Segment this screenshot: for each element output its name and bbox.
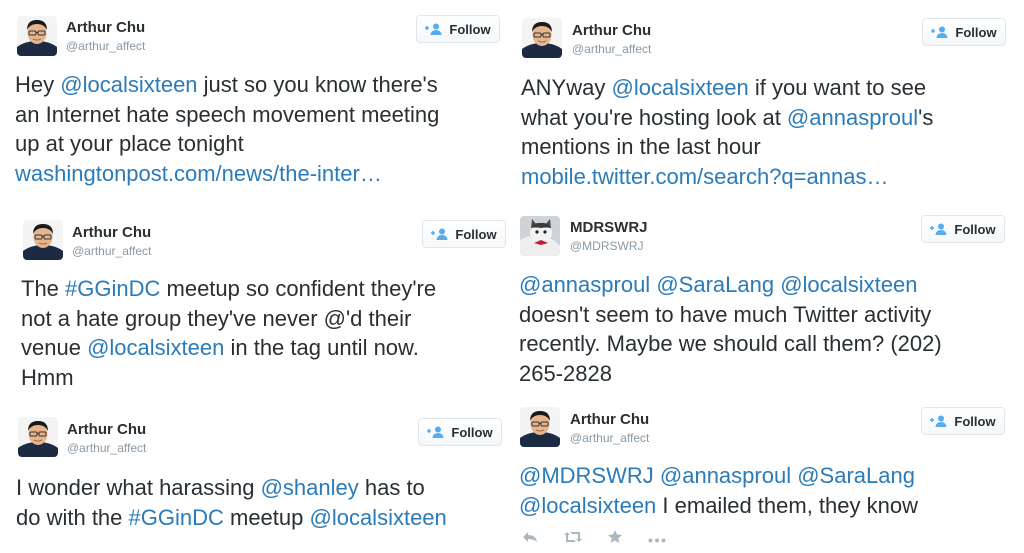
- author-handle[interactable]: @arthur_affect: [66, 39, 145, 53]
- avatar[interactable]: [522, 18, 562, 58]
- person-add-icon: [427, 426, 445, 438]
- mention-link[interactable]: @localsixteen: [519, 493, 656, 518]
- author-name[interactable]: Arthur Chu: [570, 411, 649, 428]
- mention-link[interactable]: @annasproul: [519, 272, 650, 297]
- reply-icon[interactable]: [522, 530, 538, 548]
- author-name[interactable]: Arthur Chu: [72, 224, 151, 241]
- follow-button[interactable]: Follow: [921, 215, 1005, 243]
- text: Hmm: [21, 364, 74, 390]
- author-name[interactable]: Arthur Chu: [67, 421, 146, 438]
- text: I emailed them, they know: [656, 492, 918, 518]
- url-link[interactable]: washingtonpost.com/news/the-inter…: [15, 159, 439, 189]
- mention-link[interactable]: @localsixteen: [87, 335, 224, 360]
- tweet-text: ANYway @localsixteen if you want to see …: [521, 73, 933, 191]
- mention-link[interactable]: @shanley: [261, 475, 359, 500]
- text: 265-2828: [519, 360, 612, 386]
- url-link[interactable]: mobile.twitter.com/search?q=annas…: [521, 162, 933, 192]
- follow-label: Follow: [455, 226, 497, 242]
- person-add-icon: [431, 228, 449, 240]
- tweet-text: I wonder what harassing @shanley has to …: [16, 473, 447, 532]
- tweet-text: The #GGinDC meetup so confident they're …: [21, 274, 436, 392]
- follow-label: Follow: [449, 21, 491, 37]
- text: not a hate group they've never @'d their: [21, 305, 412, 331]
- avatar[interactable]: [520, 407, 560, 447]
- author-handle[interactable]: @arthur_affect: [570, 431, 649, 445]
- text: recently. Maybe we should call them? (20…: [519, 331, 942, 356]
- text: ANYway: [521, 75, 612, 100]
- text: venue: [21, 335, 88, 360]
- mention-link[interactable]: @localsixteen: [309, 505, 446, 530]
- mention-link[interactable]: @SaraLang: [797, 463, 915, 488]
- hashtag-link[interactable]: #GGinDC: [65, 276, 160, 301]
- follow-button[interactable]: Follow: [921, 407, 1005, 435]
- tweet-text: Hey @localsixteen just so you know there…: [15, 70, 439, 188]
- follow-label: Follow: [954, 413, 996, 429]
- text: The: [21, 276, 66, 301]
- mention-link[interactable]: @MDRSWRJ: [519, 463, 654, 488]
- text: what you're hosting look at: [521, 104, 787, 130]
- author-handle[interactable]: @arthur_affect: [67, 441, 146, 455]
- text: an Internet hate speech movement meeting: [15, 101, 440, 127]
- author-name[interactable]: Arthur Chu: [572, 22, 651, 39]
- text: Hey: [15, 72, 61, 97]
- person-add-icon: [931, 26, 949, 38]
- mention-link[interactable]: @localsixteen: [611, 75, 748, 100]
- tweet-text: @annasproul @SaraLang @localsixteen does…: [519, 270, 942, 388]
- text: meetup so confident they're: [160, 276, 437, 301]
- text: just so you know there's: [197, 72, 438, 97]
- text: I wonder what harassing: [16, 475, 261, 500]
- person-add-icon: [425, 23, 443, 35]
- text: meetup: [223, 504, 310, 530]
- follow-label: Follow: [451, 424, 493, 440]
- retweet-icon[interactable]: [564, 530, 582, 548]
- author-handle[interactable]: @arthur_affect: [72, 244, 151, 258]
- follow-button[interactable]: Follow: [416, 15, 500, 43]
- tweet-text: @MDRSWRJ @annasproul @SaraLang @localsix…: [519, 461, 918, 520]
- text: if you want to see: [748, 75, 927, 100]
- author-handle[interactable]: @arthur_affect: [572, 42, 651, 56]
- text: do with the: [16, 504, 129, 530]
- text: has to: [358, 475, 425, 500]
- mention-link[interactable]: @localsixteen: [60, 72, 197, 97]
- hashtag-link[interactable]: #GGinDC: [129, 505, 224, 530]
- author-handle[interactable]: @MDRSWRJ: [570, 239, 644, 253]
- text: up at your place tonight: [15, 131, 244, 156]
- author-name[interactable]: MDRSWRJ: [570, 219, 648, 236]
- person-add-icon: [930, 223, 948, 235]
- author-name[interactable]: Arthur Chu: [66, 19, 145, 36]
- text: 's: [918, 104, 934, 130]
- avatar[interactable]: [17, 16, 57, 56]
- follow-button[interactable]: Follow: [422, 220, 506, 248]
- star-icon[interactable]: [608, 530, 622, 548]
- follow-label: Follow: [955, 24, 997, 40]
- more-icon[interactable]: [648, 530, 666, 548]
- mention-link[interactable]: @annasproul: [787, 105, 918, 130]
- follow-button[interactable]: Follow: [922, 18, 1006, 46]
- mention-link[interactable]: @annasproul: [660, 463, 791, 488]
- person-add-icon: [930, 415, 948, 427]
- text: mentions in the last hour: [521, 134, 761, 159]
- text: doesn't seem to have much Twitter activi…: [519, 301, 932, 327]
- follow-button[interactable]: Follow: [418, 418, 502, 446]
- tweet-actions: [522, 530, 666, 548]
- mention-link[interactable]: @localsixteen: [780, 272, 917, 297]
- avatar[interactable]: [18, 417, 58, 457]
- text: in the tag until now.: [224, 335, 419, 360]
- follow-label: Follow: [954, 221, 996, 237]
- avatar[interactable]: [23, 220, 63, 260]
- avatar[interactable]: [520, 216, 560, 256]
- mention-link[interactable]: @SaraLang: [656, 272, 774, 297]
